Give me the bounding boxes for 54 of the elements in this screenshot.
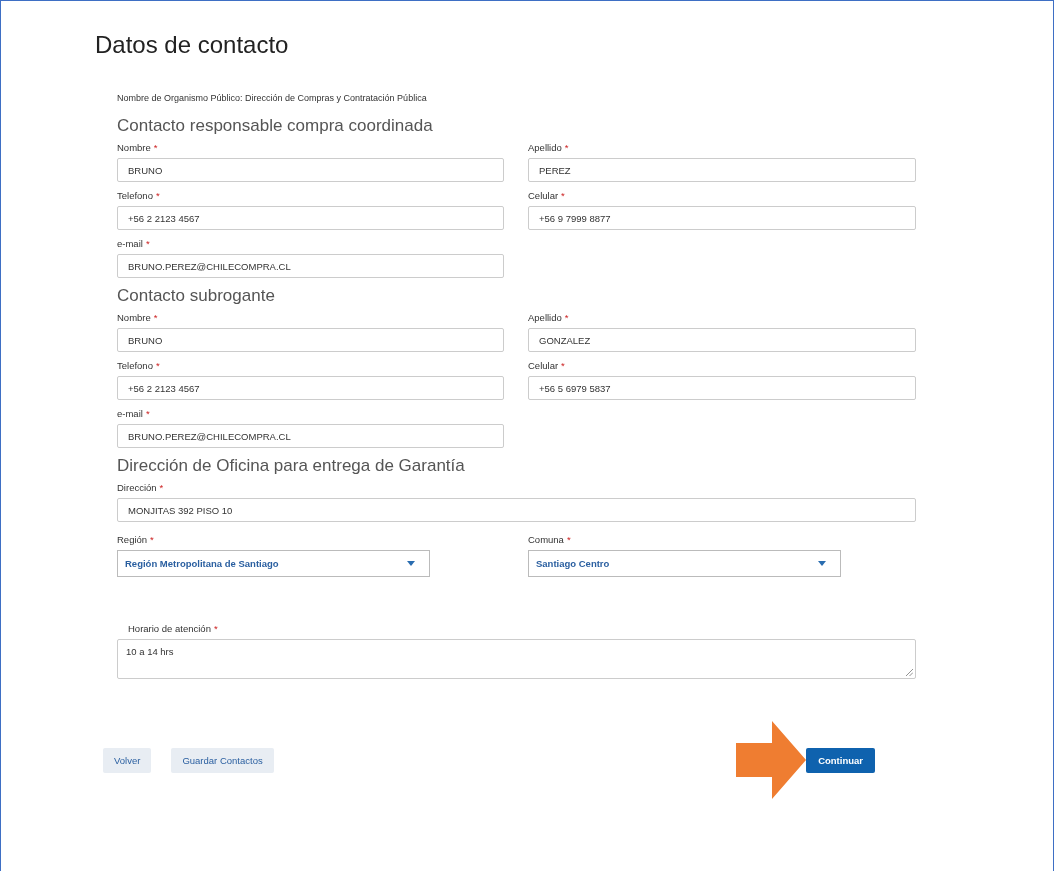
required-mark: * xyxy=(159,482,164,493)
required-mark: * xyxy=(561,360,565,371)
required-mark: * xyxy=(153,312,158,323)
action-button[interactable]: Volver xyxy=(103,747,152,773)
section-heading: Dirección de Oficina para entrega de Garantía xyxy=(117,456,466,476)
required-mark: * xyxy=(145,238,150,249)
required-mark: * xyxy=(145,408,150,419)
required-mark: * xyxy=(566,534,571,545)
action-button[interactable]: Guardar Contactos xyxy=(171,747,274,773)
field-label: Nombre xyxy=(117,312,151,323)
page-title: Datos de contacto xyxy=(95,31,290,59)
field-label: Celular xyxy=(528,190,559,201)
required-mark: * xyxy=(564,312,569,323)
required-mark: * xyxy=(150,534,154,545)
field-label: e-mail xyxy=(117,408,143,419)
text-field[interactable]: BRUNO.PEREZ@CHILECOMPRA.CL xyxy=(117,424,504,448)
field-label: Telefono xyxy=(117,190,153,201)
required-mark: * xyxy=(155,190,160,201)
section-heading: Contacto responsable compra coordinada xyxy=(117,116,434,136)
text-field[interactable]: MONJITAS 392 PISO 10 xyxy=(117,498,916,522)
text-field[interactable]: +56 9 7999 8877 xyxy=(528,206,916,230)
section-heading: Contacto subrogante xyxy=(117,286,276,306)
field-label: e-mail xyxy=(117,238,143,249)
field-label: Nombre xyxy=(117,142,151,153)
text-field[interactable]: +56 2 2123 4567 xyxy=(117,376,504,400)
field-label: Apellido xyxy=(528,142,562,153)
caret-icon xyxy=(407,561,415,566)
required-mark: * xyxy=(155,360,160,371)
field-label: Telefono xyxy=(117,360,153,371)
text-field[interactable]: +56 2 2123 4567 xyxy=(117,206,504,230)
field-label: Comuna xyxy=(528,534,564,545)
text-area[interactable]: 10 a 14 hrs xyxy=(117,639,916,679)
text-field[interactable]: BRUNO xyxy=(117,328,504,352)
action-button[interactable]: Continuar xyxy=(806,747,875,773)
dropdown[interactable]: Santiago Centro xyxy=(528,550,841,577)
organism-name: Nombre de Organismo Público: Dirección de Compras y Contratación Pública xyxy=(117,93,428,103)
text-field[interactable]: BRUNO xyxy=(117,158,504,182)
field-label: Apellido xyxy=(528,312,562,323)
field-label: Región xyxy=(117,534,148,545)
text-field[interactable]: +56 5 6979 5837 xyxy=(528,376,916,400)
required-mark: * xyxy=(564,142,569,153)
dropdown[interactable]: Región Metropolitana de Santiago xyxy=(117,550,430,577)
field-label: Horario de atención xyxy=(128,623,211,634)
arrow-icon xyxy=(736,721,807,799)
resize-handle-icon[interactable] xyxy=(906,669,913,676)
text-field[interactable]: PEREZ xyxy=(528,158,916,182)
required-mark: * xyxy=(153,142,158,153)
caret-icon xyxy=(818,561,826,566)
field-label: Dirección xyxy=(117,482,157,493)
required-mark: * xyxy=(561,190,565,201)
text-field[interactable]: BRUNO.PEREZ@CHILECOMPRA.CL xyxy=(117,254,504,278)
field-label: Celular xyxy=(528,360,559,371)
text-field[interactable]: GONZALEZ xyxy=(528,328,916,352)
required-mark: * xyxy=(213,623,218,634)
